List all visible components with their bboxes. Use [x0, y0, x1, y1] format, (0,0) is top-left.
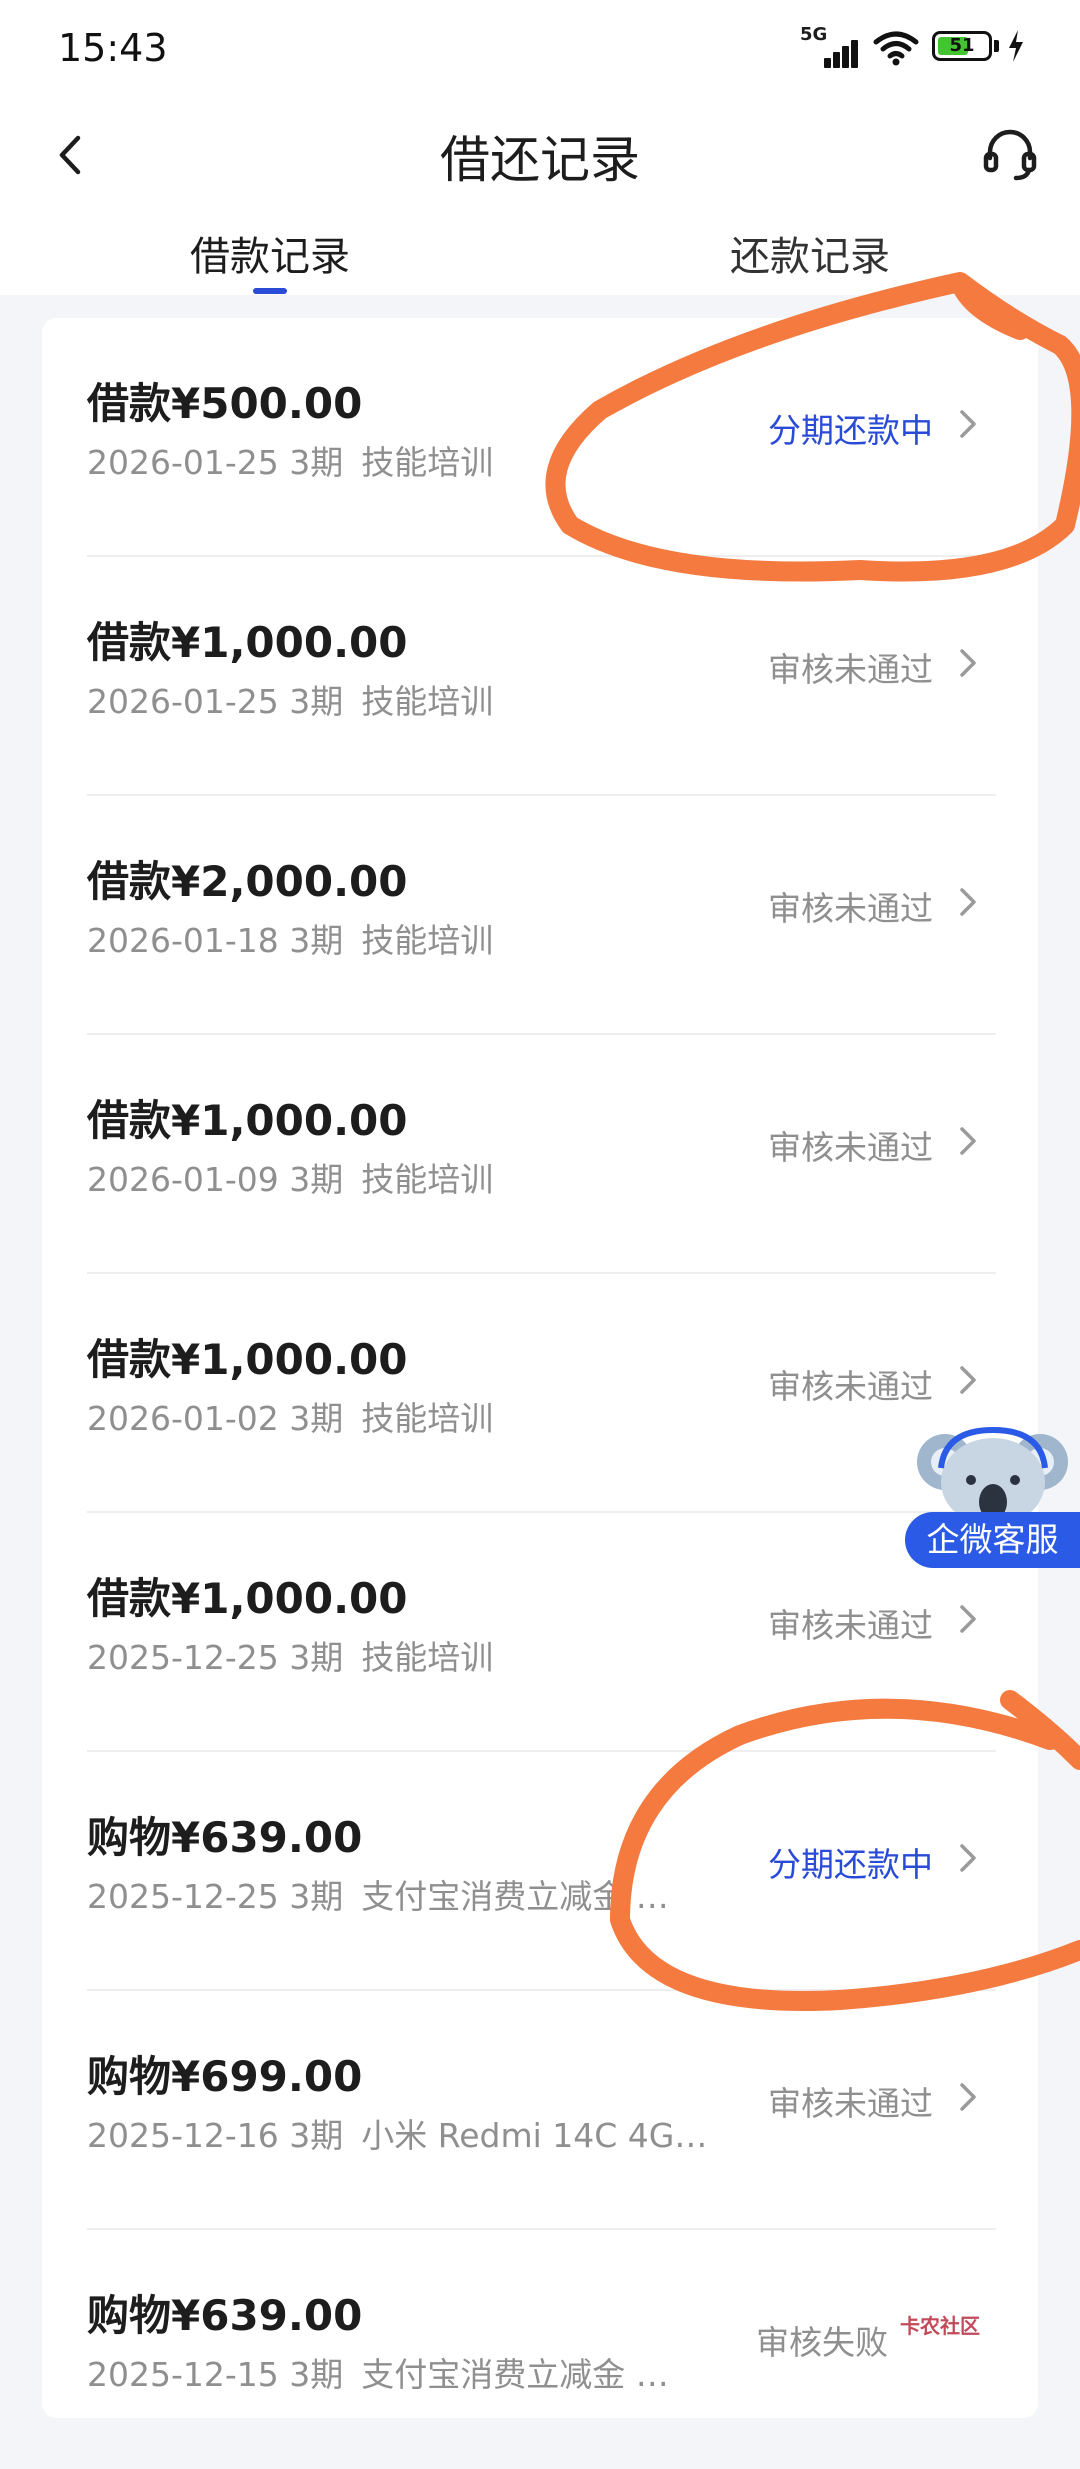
record-meta: 2026-01-09 3期 技能培训: [87, 1153, 493, 1201]
chevron-right-icon: [960, 410, 976, 438]
record-amount: 借款¥500.00: [87, 379, 363, 428]
records-card: 借款¥500.00 2026-01-25 3期 技能培训 分期还款中 借款¥1,0…: [42, 318, 1038, 2418]
list-item[interactable]: 借款¥1,000.00 2025-12-25 3期 技能培训 审核未通过: [42, 1513, 1038, 1752]
battery-icon: 51: [932, 31, 992, 61]
record-term: 3期: [289, 2355, 344, 2394]
record-status: 审核失败: [756, 2323, 888, 2362]
record-status: 审核未通过: [768, 1128, 933, 1167]
record-status: 分期还款中: [768, 1845, 933, 1884]
charging-icon: [1009, 30, 1023, 62]
record-date: 2025-12-15: [87, 2355, 279, 2394]
record-term: 3期: [289, 1160, 344, 1199]
record-desc: 技能培训: [361, 1399, 494, 1438]
record-date: 2026-01-25: [87, 682, 279, 721]
record-term: 3期: [289, 2116, 344, 2155]
page-title: 借还记录: [440, 131, 640, 189]
record-date: 2026-01-02: [87, 1399, 279, 1438]
list-item[interactable]: 借款¥1,000.00 2026-01-09 3期 技能培训 审核未通过: [42, 1035, 1038, 1274]
tab-indicator: [253, 288, 287, 294]
chevron-right-icon: [960, 649, 976, 677]
record-meta: 2026-01-02 3期 技能培训: [87, 1392, 493, 1440]
record-meta: 2026-01-25 3期 技能培训: [87, 436, 493, 484]
record-amount: 借款¥2,000.00: [87, 857, 408, 906]
list-item[interactable]: 购物¥699.00 2025-12-16 3期 小米 Redmi 14C 4G… …: [42, 1991, 1038, 2230]
list-item[interactable]: 借款¥1,000.00 2026-01-25 3期 技能培训 审核未通过: [42, 557, 1038, 796]
chevron-right-icon: [960, 2083, 976, 2111]
record-amount: 购物¥699.00: [87, 2052, 363, 2101]
tab-loan-records[interactable]: 借款记录: [190, 224, 350, 282]
chevron-right-icon: [960, 1127, 976, 1155]
list-item[interactable]: 借款¥1,000.00 2026-01-02 3期 技能培训 审核未通过: [42, 1274, 1038, 1513]
record-tabs: 借款记录 还款记录: [0, 212, 1080, 294]
record-term: 3期: [289, 1877, 344, 1916]
record-desc: 技能培训: [361, 921, 494, 960]
status-bar: 15:43 5G 51: [0, 0, 1080, 100]
wifi-icon: [873, 31, 919, 66]
record-desc: 支付宝消费立减金 …: [361, 2355, 669, 2394]
battery-level: 51: [949, 35, 975, 56]
chevron-right-icon: [960, 1844, 976, 1872]
kefu-button[interactable]: 企微客服: [905, 1512, 1080, 1568]
record-meta: 2025-12-25 3期 技能培训: [87, 1631, 493, 1679]
record-status: 审核未通过: [768, 889, 933, 928]
record-date: 2026-01-09: [87, 1160, 279, 1199]
record-date: 2025-12-16: [87, 2116, 279, 2155]
record-amount: 借款¥1,000.00: [87, 618, 408, 667]
record-desc: 技能培训: [361, 443, 494, 482]
record-term: 3期: [289, 682, 344, 721]
record-date: 2025-12-25: [87, 1638, 279, 1677]
record-desc: 支付宝消费立减金 …: [361, 1877, 669, 1916]
record-meta: 2025-12-16 3期 小米 Redmi 14C 4G…: [87, 2109, 707, 2157]
record-date: 2025-12-25: [87, 1877, 279, 1916]
nav-bar: 借还记录: [0, 100, 1080, 210]
record-amount: 购物¥639.00: [87, 1813, 363, 1862]
tab-repayment-records[interactable]: 还款记录: [730, 224, 890, 282]
record-amount: 购物¥639.00: [87, 2291, 363, 2340]
record-desc: 小米 Redmi 14C 4G…: [361, 2116, 708, 2155]
record-desc: 技能培训: [361, 1638, 494, 1677]
list-item[interactable]: 购物¥639.00 2025-12-15 3期 支付宝消费立减金 … 审核失败: [42, 2230, 1038, 2469]
list-item[interactable]: 借款¥2,000.00 2026-01-18 3期 技能培训 审核未通过: [42, 796, 1038, 1035]
record-status: 审核未通过: [768, 1367, 933, 1406]
watermark-logo: 卡农社区: [900, 2314, 980, 2338]
record-term: 3期: [289, 443, 344, 482]
record-meta: 2025-12-25 3期 支付宝消费立减金 …: [87, 1870, 669, 1918]
record-meta: 2026-01-18 3期 技能培训: [87, 914, 493, 962]
network-label: 5G: [800, 24, 828, 45]
record-term: 3期: [289, 1399, 344, 1438]
record-desc: 技能培训: [361, 682, 494, 721]
chevron-right-icon: [960, 1366, 976, 1394]
battery-tip: [994, 40, 999, 52]
record-status: 审核未通过: [768, 2084, 933, 2123]
record-status: 审核未通过: [768, 1606, 933, 1645]
list-item[interactable]: 借款¥500.00 2026-01-25 3期 技能培训 分期还款中: [42, 318, 1038, 557]
chevron-right-icon: [960, 1605, 976, 1633]
record-status: 分期还款中: [768, 411, 933, 450]
record-term: 3期: [289, 921, 344, 960]
record-meta: 2025-12-15 3期 支付宝消费立减金 …: [87, 2348, 669, 2396]
record-desc: 技能培训: [361, 1160, 494, 1199]
headset-icon[interactable]: [980, 124, 1040, 184]
record-date: 2026-01-25: [87, 443, 279, 482]
list-item[interactable]: 购物¥639.00 2025-12-25 3期 支付宝消费立减金 … 分期还款中: [42, 1752, 1038, 1991]
record-date: 2026-01-18: [87, 921, 279, 960]
cell-signal-icon: 5G: [800, 24, 862, 68]
record-amount: 借款¥1,000.00: [87, 1096, 408, 1145]
status-time: 15:43: [58, 26, 168, 70]
record-amount: 借款¥1,000.00: [87, 1574, 408, 1623]
record-amount: 借款¥1,000.00: [87, 1335, 408, 1384]
record-term: 3期: [289, 1638, 344, 1677]
chevron-right-icon: [960, 888, 976, 916]
record-meta: 2026-01-25 3期 技能培训: [87, 675, 493, 723]
record-status: 审核未通过: [768, 650, 933, 689]
